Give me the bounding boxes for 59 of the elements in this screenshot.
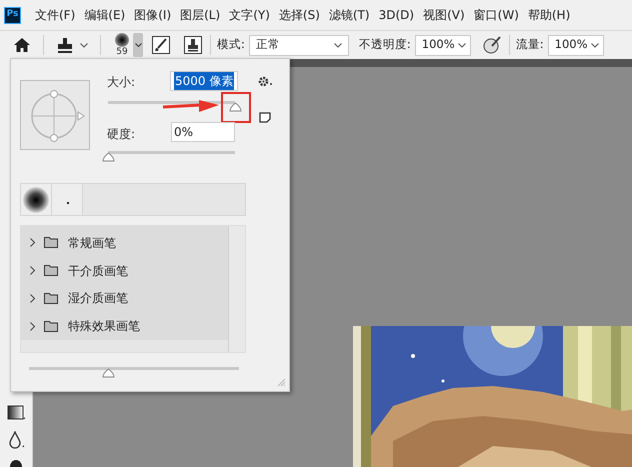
folder-row[interactable]: 湿介质画笔 [21, 284, 228, 312]
clone-source-icon[interactable] [184, 36, 202, 54]
resize-grip-icon[interactable] [276, 377, 286, 387]
brush-tile[interactable] [21, 184, 52, 215]
size-label: 大小: [107, 74, 136, 91]
expand-chevron-icon[interactable] [30, 322, 35, 331]
mode-label: 模式: [217, 36, 245, 54]
slider-thumb[interactable] [102, 152, 114, 162]
new-preset-icon[interactable] [259, 112, 271, 123]
menu-item[interactable]: 窗口(W) [474, 6, 519, 24]
burn-icon[interactable] [9, 459, 23, 467]
folder-icon [44, 237, 58, 248]
brush-panel-icon[interactable] [152, 36, 170, 54]
folder-icon [44, 265, 58, 276]
gradient-icon[interactable] [7, 405, 25, 421]
menu-item[interactable]: 文件(F) [35, 6, 76, 24]
menu-item[interactable]: 编辑(E) [84, 6, 126, 24]
flow-field[interactable]: 100% [548, 34, 604, 56]
brush-tip-preview[interactable] [115, 33, 129, 47]
pressure-opacity-icon[interactable] [482, 36, 501, 54]
hardness-label: 硬度: [107, 126, 136, 143]
expand-chevron-icon[interactable] [30, 294, 35, 303]
menu-item[interactable]: 图像(I) [134, 6, 172, 24]
settings-icon[interactable] [258, 76, 273, 87]
caret-icon [458, 42, 466, 48]
folder-row[interactable]: 特殊效果画笔 [21, 312, 228, 340]
arrow-annotation [163, 99, 219, 113]
folder-icon [44, 320, 58, 332]
flow-label: 流量: [516, 36, 544, 54]
opacity-field[interactable]: 100% [414, 34, 471, 56]
folder-row[interactable]: 干介质画笔 [21, 256, 228, 284]
mode-dropdown[interactable]: 正常 [248, 34, 349, 56]
menu-item[interactable]: 滤镜(T) [328, 6, 370, 24]
brush-tile[interactable] [52, 184, 83, 215]
opacity-label: 不透明度: [358, 36, 411, 54]
menu-item[interactable]: 视图(V) [423, 6, 465, 24]
caret-icon [590, 42, 599, 48]
expand-chevron-icon[interactable] [30, 266, 35, 276]
app-logo[interactable]: Ps [4, 6, 21, 24]
caret-icon [134, 43, 142, 47]
caret-icon[interactable] [80, 42, 88, 48]
menu-item[interactable]: 选择(S) [278, 6, 320, 24]
brush-size-label: 59 [116, 47, 128, 57]
stamp-icon[interactable] [56, 36, 74, 54]
slider-thumb[interactable] [102, 368, 116, 378]
size-field[interactable]: 5000 像素 [170, 71, 238, 91]
menu-item[interactable]: 3D(D) [378, 6, 414, 24]
expand-chevron-icon[interactable] [30, 238, 35, 248]
menu-item[interactable]: 图层(L) [180, 6, 220, 24]
folder-row[interactable]: 常规画笔 [21, 229, 228, 257]
menu-item[interactable]: 文字(Y) [229, 6, 270, 24]
hardness-field[interactable]: 0% [171, 122, 235, 142]
caret-icon [334, 42, 342, 48]
home-icon[interactable] [13, 37, 31, 53]
menu-item[interactable]: 帮助(H) [528, 6, 570, 24]
slider-thumb[interactable] [228, 102, 242, 112]
brush-picker-button[interactable] [133, 33, 143, 57]
folder-icon [44, 292, 58, 304]
drop-icon[interactable] [8, 431, 24, 449]
